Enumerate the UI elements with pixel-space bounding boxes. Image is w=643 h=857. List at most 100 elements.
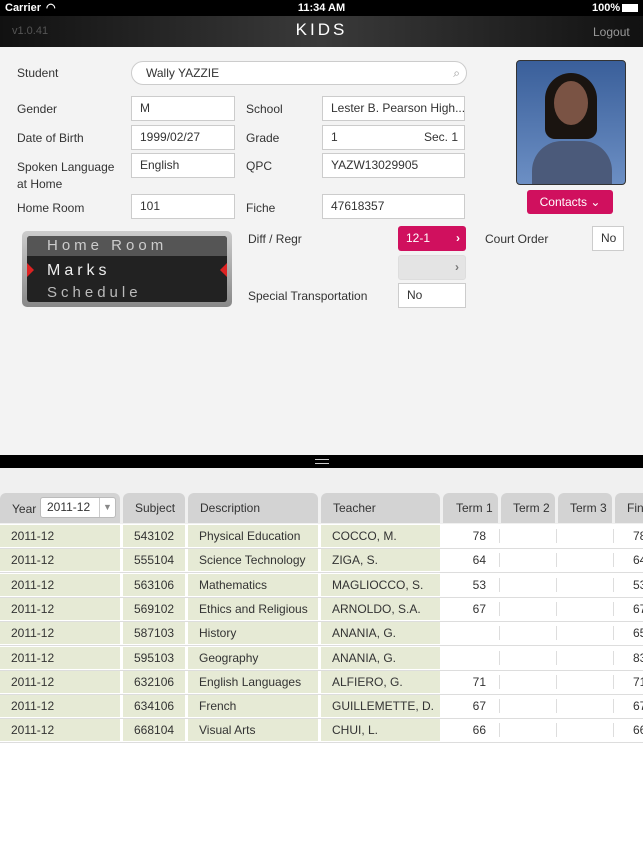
court-field[interactable]: No [592, 226, 624, 251]
cell-separator [499, 601, 500, 616]
language-label: Spoken Language at Home [17, 160, 115, 191]
header-term3[interactable]: Term 3 [558, 493, 612, 523]
cell-term1: 67 [472, 601, 486, 616]
contacts-button[interactable]: Contacts ⌄ [527, 190, 613, 214]
cell-term1: 67 [472, 699, 486, 714]
clock: 11:34 AM [297, 2, 346, 14]
grade-value: 1 [331, 130, 338, 144]
cell-separator [499, 577, 500, 592]
cell-term2 [501, 574, 555, 596]
grip-icon[interactable] [315, 459, 329, 464]
picker-item-next[interactable]: Schedule [47, 284, 142, 301]
cell-term3 [558, 525, 612, 547]
cell-subject: 563106 [123, 573, 185, 596]
cell-term2 [501, 647, 555, 669]
cell-term1: 64 [472, 553, 486, 568]
diff-button[interactable]: 12-1 › [398, 226, 466, 251]
header-term1[interactable]: Term 1 [443, 493, 498, 523]
dob-field[interactable]: 1999/02/27 [131, 125, 235, 150]
qpc-field[interactable]: YAZW13029905 [322, 153, 465, 178]
marks-table: Year 2011-12 ▼ Subject Description Teache… [0, 468, 643, 857]
header-description[interactable]: Description [188, 493, 318, 523]
cell-term1 [443, 622, 498, 644]
cell-teacher: ANANIA, G. [321, 622, 440, 645]
language-field[interactable]: English [131, 153, 235, 178]
cell-final: 66 [633, 723, 643, 738]
cell-description: Geography [188, 646, 318, 669]
logout-button[interactable]: Logout [593, 25, 630, 39]
school-label: School [246, 102, 283, 116]
student-photo [516, 60, 626, 185]
homeroom-label: Home Room [17, 201, 85, 215]
cell-separator [499, 626, 500, 641]
cell-term2 [501, 549, 555, 571]
row-divider [0, 742, 643, 744]
picker-item-prev[interactable]: Home Room [47, 237, 167, 254]
cell-term3 [558, 695, 612, 717]
cell-term3 [558, 549, 612, 571]
cell-teacher: COCCO, M. [321, 525, 440, 547]
header-final[interactable]: Final [615, 493, 643, 523]
school-field[interactable]: Lester B. Pearson High... [322, 96, 465, 121]
cell-term3 [558, 647, 612, 669]
nav-bar: v1.0.41 KIDS Logout [0, 16, 643, 47]
cell-final: 65 [633, 626, 643, 641]
homeroom-field[interactable]: 101 [131, 194, 235, 219]
cell-term2 [501, 719, 555, 741]
fiche-label: Fiche [246, 201, 276, 215]
cell-separator [556, 577, 557, 592]
cell-subject: 632106 [123, 670, 185, 693]
fiche-field[interactable]: 47618357 [322, 194, 465, 219]
student-search-input[interactable]: Wally YAZZIE ⌕ [131, 61, 467, 85]
cell-separator [613, 553, 614, 568]
cell-term3 [558, 574, 612, 596]
qpc-label: QPC [246, 159, 273, 173]
cell-term2 [501, 622, 555, 644]
picker-left-marker [27, 263, 34, 277]
contacts-label: Contacts [539, 195, 587, 209]
cell-description: Mathematics [188, 573, 318, 596]
header-subject[interactable]: Subject [123, 493, 185, 523]
student-form: Student Wally YAZZIE ⌕ Gender M School Le… [0, 47, 643, 455]
cell-final: 64 [633, 553, 643, 568]
cell-final: 78 [633, 529, 643, 543]
cell-description: Visual Arts [188, 719, 318, 742]
grade-field[interactable]: 1 Sec. 1 [322, 125, 465, 150]
header-term2[interactable]: Term 2 [501, 493, 555, 523]
cell-teacher: ZIGA, S. [321, 549, 440, 572]
diff-secondary-button[interactable]: › [398, 255, 466, 280]
cell-subject: 543102 [123, 525, 185, 547]
cell-separator [613, 577, 614, 592]
split-divider[interactable] [0, 455, 643, 468]
cell-year: 2011-12 [0, 549, 120, 572]
picker-right-marker [220, 263, 227, 277]
cell-description: English Languages [188, 670, 318, 693]
chevron-down-icon: ⌄ [590, 195, 601, 209]
cell-subject: 587103 [123, 622, 185, 645]
cell-separator [613, 529, 614, 543]
year-select[interactable]: 2011-12 ▼ [40, 497, 116, 518]
cell-term2 [501, 695, 555, 717]
cell-separator [613, 650, 614, 665]
cell-separator [556, 723, 557, 738]
app-title: KIDS [295, 20, 348, 39]
section-value: Sec. 1 [423, 130, 458, 144]
gender-label: Gender [17, 102, 58, 116]
cell-term1: 53 [472, 577, 486, 592]
cell-final: 71 [633, 674, 643, 689]
cell-year: 2011-12 [0, 670, 120, 693]
gender-field[interactable]: M [131, 96, 235, 121]
picker-item-current[interactable]: Marks [47, 262, 111, 280]
cell-subject: 595103 [123, 646, 185, 669]
diff-label: Diff / Regr [248, 232, 302, 246]
cell-separator [499, 553, 500, 568]
cell-separator [499, 674, 500, 689]
section-picker[interactable]: Home Room Marks Schedule [22, 231, 232, 307]
header-teacher[interactable]: Teacher [321, 493, 440, 523]
cell-separator [556, 529, 557, 543]
cell-teacher: MAGLIOCCO, S. [321, 573, 440, 596]
cell-separator [499, 723, 500, 738]
cell-year: 2011-12 [0, 573, 120, 596]
cell-description: History [188, 622, 318, 645]
transport-field[interactable]: No [398, 283, 466, 308]
